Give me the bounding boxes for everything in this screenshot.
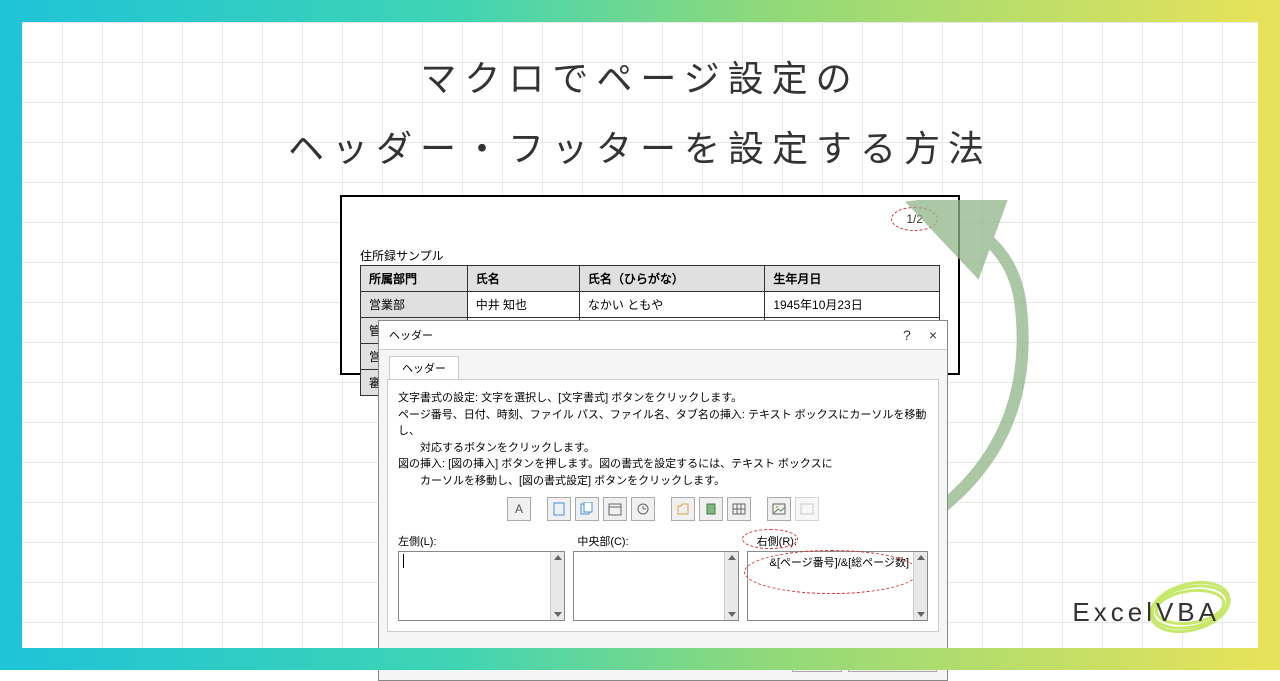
header-dialog: ヘッダー ? × ヘッダー 文字書式の設定: 文字を選択し、[文字書式] ボタン… <box>378 320 948 681</box>
cancel-button[interactable]: キャンセル <box>848 648 937 672</box>
tab-header[interactable]: ヘッダー <box>389 356 459 379</box>
filename-icon[interactable] <box>699 497 723 521</box>
font-format-icon[interactable]: A <box>507 497 531 521</box>
right-label: 右側(R): <box>757 533 928 549</box>
dialog-body: 文字書式の設定: 文字を選択し、[文字書式] ボタンをクリックします。 ページ番… <box>387 379 939 632</box>
toolbar: A <box>398 497 928 521</box>
logo-text: ExcelVBA <box>1072 597 1220 628</box>
center-header-input[interactable] <box>573 551 740 621</box>
left-label: 左側(L): <box>398 533 569 549</box>
insert-picture-icon[interactable] <box>767 497 791 521</box>
date-icon[interactable] <box>603 497 627 521</box>
table-cell: 営業部 <box>361 292 468 318</box>
table-cell: 中井 知也 <box>467 292 579 318</box>
page-number-badge: 1/2 <box>891 207 938 231</box>
sample-table-title: 住所録サンプル <box>360 247 444 264</box>
table-cell: 1945年10月23日 <box>765 292 940 318</box>
help-icon[interactable]: ? <box>903 327 911 343</box>
dialog-footer: OK キャンセル <box>379 640 947 680</box>
center-label: 中央部(C): <box>577 533 748 549</box>
sheetname-icon[interactable] <box>727 497 751 521</box>
hf-section-labels: 左側(L): 中央部(C): 右側(R): <box>398 533 928 549</box>
table-header: 生年月日 <box>765 266 940 292</box>
close-icon[interactable]: × <box>929 327 937 343</box>
dialog-description: 文字書式の設定: 文字を選択し、[文字書式] ボタンをクリックします。 ページ番… <box>398 390 928 489</box>
title-line-1: マクロでページ設定の <box>0 50 1280 102</box>
right-header-input[interactable]: &[ページ番号]/&[総ページ数] <box>747 551 928 621</box>
dialog-tabs: ヘッダー <box>379 350 947 379</box>
dialog-title: ヘッダー <box>389 327 433 343</box>
page-count-icon[interactable] <box>575 497 599 521</box>
left-header-input[interactable] <box>398 551 565 621</box>
ok-button[interactable]: OK <box>792 648 842 672</box>
format-picture-icon[interactable] <box>795 497 819 521</box>
table-header: 所属部門 <box>361 266 468 292</box>
scrollbar[interactable] <box>724 552 738 620</box>
table-header: 氏名（ひらがな） <box>579 266 764 292</box>
page-number-icon[interactable] <box>547 497 571 521</box>
dialog-titlebar: ヘッダー ? × <box>379 321 947 350</box>
hf-input-boxes: &[ページ番号]/&[総ページ数] <box>398 551 928 621</box>
scrollbar[interactable] <box>550 552 564 620</box>
scrollbar[interactable] <box>913 552 927 620</box>
filepath-icon[interactable] <box>671 497 695 521</box>
table-cell: なかい ともや <box>579 292 764 318</box>
time-icon[interactable] <box>631 497 655 521</box>
table-header: 氏名 <box>467 266 579 292</box>
page-title: マクロでページ設定の ヘッダー・フッターを設定する方法 <box>0 50 1280 172</box>
excelvba-logo: ExcelVBA <box>1072 597 1220 628</box>
title-line-2: ヘッダー・フッターを設定する方法 <box>0 120 1280 172</box>
